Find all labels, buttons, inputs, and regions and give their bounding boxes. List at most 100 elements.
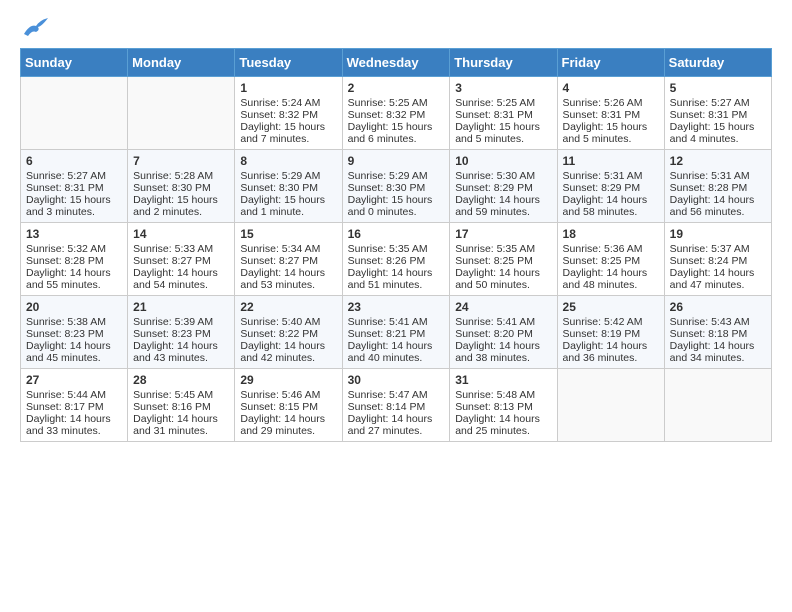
sunrise-text: Sunrise: 5:48 AM <box>455 389 551 401</box>
sunrise-text: Sunrise: 5:30 AM <box>455 170 551 182</box>
daylight-text: Daylight: 15 hours and 6 minutes. <box>348 121 445 145</box>
day-number: 26 <box>670 300 766 314</box>
sunset-text: Sunset: 8:29 PM <box>563 182 659 194</box>
calendar-cell: 20Sunrise: 5:38 AMSunset: 8:23 PMDayligh… <box>21 296 128 369</box>
daylight-text: Daylight: 14 hours and 38 minutes. <box>455 340 551 364</box>
calendar-cell: 26Sunrise: 5:43 AMSunset: 8:18 PMDayligh… <box>664 296 771 369</box>
sunset-text: Sunset: 8:18 PM <box>670 328 766 340</box>
daylight-text: Daylight: 14 hours and 53 minutes. <box>240 267 336 291</box>
sunrise-text: Sunrise: 5:42 AM <box>563 316 659 328</box>
sunset-text: Sunset: 8:31 PM <box>670 109 766 121</box>
daylight-text: Daylight: 15 hours and 5 minutes. <box>455 121 551 145</box>
calendar-cell: 31Sunrise: 5:48 AMSunset: 8:13 PMDayligh… <box>450 369 557 442</box>
sunrise-text: Sunrise: 5:27 AM <box>670 97 766 109</box>
day-number: 4 <box>563 81 659 95</box>
day-number: 9 <box>348 154 445 168</box>
calendar-cell <box>664 369 771 442</box>
daylight-text: Daylight: 14 hours and 58 minutes. <box>563 194 659 218</box>
calendar-cell: 7Sunrise: 5:28 AMSunset: 8:30 PMDaylight… <box>128 150 235 223</box>
day-number: 21 <box>133 300 229 314</box>
daylight-text: Daylight: 14 hours and 50 minutes. <box>455 267 551 291</box>
sunrise-text: Sunrise: 5:29 AM <box>348 170 445 182</box>
daylight-text: Daylight: 14 hours and 56 minutes. <box>670 194 766 218</box>
day-number: 16 <box>348 227 445 241</box>
sunrise-text: Sunrise: 5:41 AM <box>455 316 551 328</box>
sunset-text: Sunset: 8:17 PM <box>26 401 122 413</box>
sunset-text: Sunset: 8:23 PM <box>133 328 229 340</box>
sunrise-text: Sunrise: 5:46 AM <box>240 389 336 401</box>
calendar-cell: 1Sunrise: 5:24 AMSunset: 8:32 PMDaylight… <box>235 77 342 150</box>
daylight-text: Daylight: 14 hours and 43 minutes. <box>133 340 229 364</box>
daylight-text: Daylight: 14 hours and 48 minutes. <box>563 267 659 291</box>
sunset-text: Sunset: 8:26 PM <box>348 255 445 267</box>
calendar-cell: 5Sunrise: 5:27 AMSunset: 8:31 PMDaylight… <box>664 77 771 150</box>
calendar-cell: 14 Sunrise: 5:33 AMSunset: 8:27 PMDayligh… <box>128 223 235 296</box>
calendar-cell: 21Sunrise: 5:39 AMSunset: 8:23 PMDayligh… <box>128 296 235 369</box>
calendar-cell: 15Sunrise: 5:34 AMSunset: 8:27 PMDayligh… <box>235 223 342 296</box>
calendar-cell: 12Sunrise: 5:31 AMSunset: 8:28 PMDayligh… <box>664 150 771 223</box>
calendar-cell: 25Sunrise: 5:42 AMSunset: 8:19 PMDayligh… <box>557 296 664 369</box>
calendar-cell: 13Sunrise: 5:32 AMSunset: 8:28 PMDayligh… <box>21 223 128 296</box>
sunrise-text: Sunrise: 5:25 AM <box>348 97 445 109</box>
daylight-text: Daylight: 14 hours and 33 minutes. <box>26 413 122 437</box>
sunset-text: Sunset: 8:14 PM <box>348 401 445 413</box>
sunset-text: Sunset: 8:30 PM <box>240 182 336 194</box>
sunrise-text: Sunrise: 5:41 AM <box>348 316 445 328</box>
calendar-cell: 22Sunrise: 5:40 AMSunset: 8:22 PMDayligh… <box>235 296 342 369</box>
day-number: 22 <box>240 300 336 314</box>
day-number: 1 <box>240 81 336 95</box>
day-number: 19 <box>670 227 766 241</box>
daylight-text: Daylight: 14 hours and 54 minutes. <box>133 267 229 291</box>
sunset-text: Sunset: 8:32 PM <box>348 109 445 121</box>
daylight-text: Daylight: 14 hours and 40 minutes. <box>348 340 445 364</box>
sunrise-text: Sunrise: 5:25 AM <box>455 97 551 109</box>
calendar-cell: 18Sunrise: 5:36 AMSunset: 8:25 PMDayligh… <box>557 223 664 296</box>
sunrise-text: Sunrise: 5:45 AM <box>133 389 229 401</box>
day-number: 2 <box>348 81 445 95</box>
calendar-cell: 11Sunrise: 5:31 AMSunset: 8:29 PMDayligh… <box>557 150 664 223</box>
day-number: 14 <box>133 227 229 241</box>
day-number: 28 <box>133 373 229 387</box>
daylight-text: Daylight: 15 hours and 7 minutes. <box>240 121 336 145</box>
day-number: 13 <box>26 227 122 241</box>
calendar-cell: 30Sunrise: 5:47 AMSunset: 8:14 PMDayligh… <box>342 369 450 442</box>
sunset-text: Sunset: 8:27 PM <box>240 255 336 267</box>
sunset-text: Sunset: 8:32 PM <box>240 109 336 121</box>
sunset-text: Sunset: 8:15 PM <box>240 401 336 413</box>
daylight-text: Daylight: 15 hours and 2 minutes. <box>133 194 229 218</box>
day-number: 12 <box>670 154 766 168</box>
sunset-text: Sunset: 8:21 PM <box>348 328 445 340</box>
day-number: 27 <box>26 373 122 387</box>
week-row-5: 27Sunrise: 5:44 AMSunset: 8:17 PMDayligh… <box>21 369 772 442</box>
calendar-cell: 6Sunrise: 5:27 AMSunset: 8:31 PMDaylight… <box>21 150 128 223</box>
day-number: 29 <box>240 373 336 387</box>
sunrise-text: Sunrise: 5:35 AM <box>455 243 551 255</box>
day-number: 30 <box>348 373 445 387</box>
sunrise-text: Sunrise: 5:38 AM <box>26 316 122 328</box>
day-number: 20 <box>26 300 122 314</box>
weekday-header-friday: Friday <box>557 49 664 77</box>
sunrise-text: Sunrise: 5:26 AM <box>563 97 659 109</box>
weekday-header-wednesday: Wednesday <box>342 49 450 77</box>
day-number: 3 <box>455 81 551 95</box>
calendar-cell: 4Sunrise: 5:26 AMSunset: 8:31 PMDaylight… <box>557 77 664 150</box>
sunrise-text: Sunrise: 5:33 AM <box>133 243 229 255</box>
week-row-4: 20Sunrise: 5:38 AMSunset: 8:23 PMDayligh… <box>21 296 772 369</box>
page-header <box>20 16 772 38</box>
daylight-text: Daylight: 14 hours and 34 minutes. <box>670 340 766 364</box>
logo <box>20 16 50 38</box>
calendar-cell <box>128 77 235 150</box>
sunset-text: Sunset: 8:27 PM <box>133 255 229 267</box>
daylight-text: Daylight: 15 hours and 4 minutes. <box>670 121 766 145</box>
daylight-text: Daylight: 14 hours and 55 minutes. <box>26 267 122 291</box>
sunrise-text: Sunrise: 5:31 AM <box>563 170 659 182</box>
weekday-header-monday: Monday <box>128 49 235 77</box>
day-number: 15 <box>240 227 336 241</box>
weekday-header-thursday: Thursday <box>450 49 557 77</box>
day-number: 7 <box>133 154 229 168</box>
sunset-text: Sunset: 8:25 PM <box>455 255 551 267</box>
daylight-text: Daylight: 14 hours and 31 minutes. <box>133 413 229 437</box>
daylight-text: Daylight: 15 hours and 3 minutes. <box>26 194 122 218</box>
daylight-text: Daylight: 14 hours and 51 minutes. <box>348 267 445 291</box>
calendar-cell: 19Sunrise: 5:37 AMSunset: 8:24 PMDayligh… <box>664 223 771 296</box>
